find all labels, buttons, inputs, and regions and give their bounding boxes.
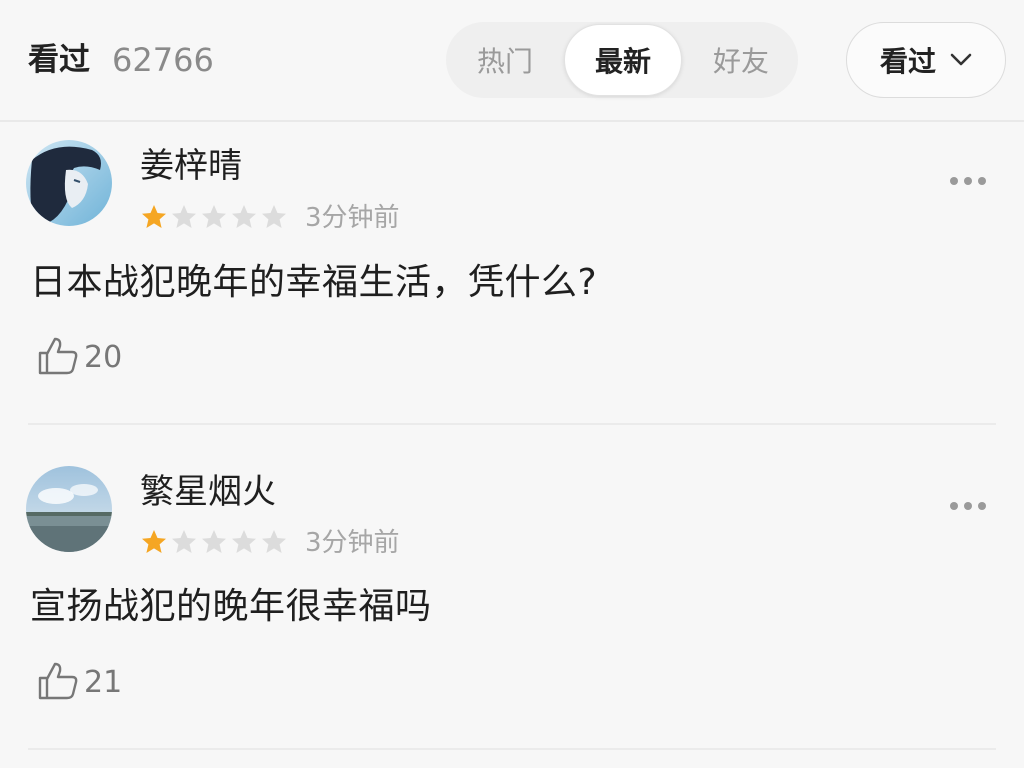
rating-stars [140,203,288,231]
chevron-down-icon [950,53,972,67]
comment-text: 宣扬战犯的晚年很幸福吗 [30,586,432,627]
avatar[interactable] [26,140,112,226]
rating-stars [140,528,288,556]
tab-hot[interactable]: 热门 [446,22,564,98]
tab-friends[interactable]: 好友 [682,22,800,98]
more-options-button[interactable] [950,496,986,516]
username[interactable]: 姜梓晴 [140,144,242,188]
star-empty-icon [172,205,196,228]
star-empty-icon [232,205,256,228]
filter-label: 看过 [879,45,936,78]
like-button[interactable]: 21 [36,660,122,706]
dot [964,177,972,185]
star-empty-icon [202,205,226,228]
star-empty-icon [172,530,196,553]
avatar[interactable] [26,466,112,552]
divider [28,423,996,425]
dot [978,177,986,185]
star-filled-icon [142,205,166,228]
dot [950,177,958,185]
dot [964,502,972,510]
review-count: 62766 [112,41,214,79]
watched-filter-dropdown[interactable]: 看过 [846,22,1006,98]
thumbs-up-icon [36,660,80,706]
sort-tabs: 热门 最新 好友 [446,22,798,98]
comment-text: 日本战犯晚年的幸福生活，凭什么? [30,262,598,303]
divider [28,748,996,750]
thumbs-up-icon [36,335,80,381]
more-options-button[interactable] [950,171,986,191]
star-empty-icon [202,530,226,553]
star-empty-icon [232,530,256,553]
star-empty-icon [262,205,286,228]
star-empty-icon [262,530,286,553]
like-count: 21 [84,665,123,700]
tab-latest[interactable]: 最新 [564,24,682,96]
comment-time: 3分钟前 [305,528,400,558]
dot [978,502,986,510]
star-filled-icon [142,530,166,553]
dot [950,502,958,510]
comments-header: 看过 62766 热门 最新 好友 看过 [0,0,1024,122]
like-button[interactable]: 20 [36,335,122,381]
comment-time: 3分钟前 [305,203,400,233]
like-count: 20 [84,340,123,375]
username[interactable]: 繁星烟火 [140,470,276,514]
header-title: 看过 [28,42,90,78]
